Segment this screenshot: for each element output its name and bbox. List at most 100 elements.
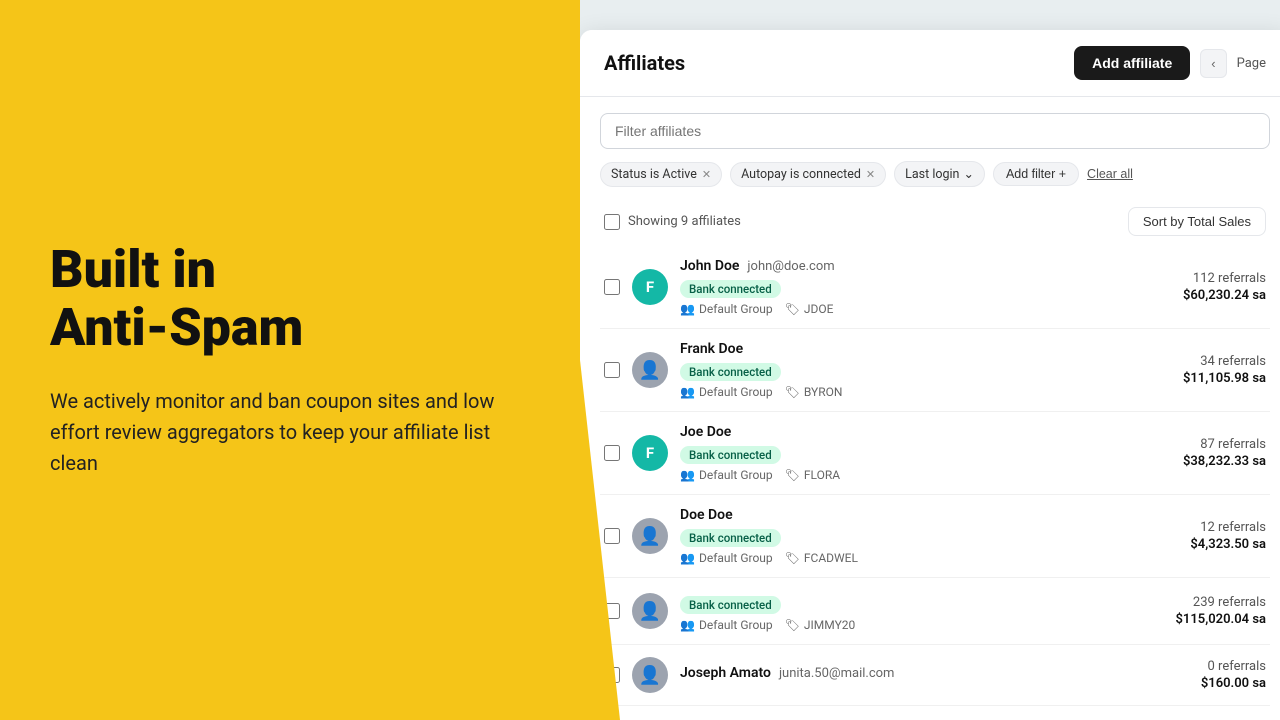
referrals-count: 12 referrals — [1200, 520, 1266, 535]
table-row: 👤 Doe Doe Bank connected 👥 Default Group — [600, 495, 1270, 578]
showing-count: Showing 9 affiliates — [604, 214, 741, 230]
table-row: 👤 Frank Doe Bank connected 👥 Default Gro… — [600, 329, 1270, 412]
avatar: 👤 — [632, 518, 668, 554]
referrals-count: 34 referrals — [1200, 354, 1266, 369]
bank-connected-badge: Bank connected — [680, 529, 781, 547]
meta-row: 👥 Default Group 🏷 FCADWEL — [680, 551, 1094, 565]
coupon-info: 🏷 JIMMY20 — [785, 618, 856, 632]
affiliate-name: Joseph Amato — [680, 665, 771, 681]
affiliate-name: Doe Doe — [680, 507, 733, 523]
group-info: 👥 Default Group — [680, 468, 773, 482]
affiliate-stats: 34 referrals $11,105.98 sa — [1106, 354, 1266, 386]
app-content: Status is Active ✕ Autopay is connected … — [580, 97, 1280, 720]
coupon-icon: 🏷 — [785, 618, 800, 632]
affiliate-info: Bank connected 👥 Default Group 🏷 JIMMY20 — [680, 590, 1094, 632]
search-input[interactable] — [600, 113, 1270, 149]
coupon-info: 🏷 FLORA — [785, 468, 840, 482]
coupon-info: 🏷 JDOE — [785, 302, 834, 316]
affiliate-name-row: Joseph Amato junita.50@mail.com — [680, 665, 1094, 681]
referrals-count: 0 referrals — [1208, 659, 1266, 674]
bank-connected-badge: Bank connected — [680, 446, 781, 464]
row-checkbox[interactable] — [604, 279, 620, 295]
page-label: Page — [1237, 56, 1266, 71]
chevron-down-icon: ⌄ — [963, 166, 973, 182]
affiliate-info: John Doe john@doe.com Bank connected 👥 D… — [680, 258, 1094, 316]
group-info: 👥 Default Group — [680, 302, 773, 316]
filters-row: Status is Active ✕ Autopay is connected … — [600, 161, 1270, 187]
bank-connected-badge: Bank connected — [680, 596, 781, 614]
group-info: 👥 Default Group — [680, 385, 773, 399]
group-icon: 👥 — [680, 618, 695, 632]
filter-last-login[interactable]: Last login ⌄ — [894, 161, 985, 187]
avatar: F — [632, 435, 668, 471]
meta-row: 👥 Default Group 🏷 JIMMY20 — [680, 618, 1094, 632]
app-header: Affiliates Add affiliate ‹ Page — [580, 30, 1280, 97]
coupon-info: 🏷 BYRON — [785, 385, 843, 399]
row-checkbox[interactable] — [604, 362, 620, 378]
filter-status-active[interactable]: Status is Active ✕ — [600, 162, 722, 187]
affiliate-name-row: Frank Doe — [680, 341, 1094, 357]
referrals-count: 112 referrals — [1193, 271, 1266, 286]
affiliate-name-row: John Doe john@doe.com — [680, 258, 1094, 274]
affiliate-name: Frank Doe — [680, 341, 743, 357]
group-icon: 👥 — [680, 385, 695, 399]
referrals-count: 87 referrals — [1200, 437, 1266, 452]
affiliate-info: Joe Doe Bank connected 👥 Default Group 🏷… — [680, 424, 1094, 482]
coupon-icon: 🏷 — [785, 551, 800, 565]
affiliate-list: F John Doe john@doe.com Bank connected 👥… — [600, 246, 1270, 706]
sales-amount: $160.00 sa — [1201, 676, 1266, 691]
table-row: F John Doe john@doe.com Bank connected 👥… — [600, 246, 1270, 329]
meta-row: 👥 Default Group 🏷 FLORA — [680, 468, 1094, 482]
affiliate-stats: 0 referrals $160.00 sa — [1106, 659, 1266, 691]
affiliate-info: Frank Doe Bank connected 👥 Default Group… — [680, 341, 1094, 399]
sort-by-total-sales-button[interactable]: Sort by Total Sales — [1128, 207, 1266, 236]
row-checkbox[interactable] — [604, 445, 620, 461]
avatar: 👤 — [632, 593, 668, 629]
add-affiliate-button[interactable]: Add affiliate — [1074, 46, 1190, 80]
bank-connected-badge: Bank connected — [680, 363, 781, 381]
table-row: F Joe Doe Bank connected 👥 Default Group — [600, 412, 1270, 495]
select-all-checkbox[interactable] — [604, 214, 620, 230]
affiliate-stats: 112 referrals $60,230.24 sa — [1106, 271, 1266, 303]
avatar: F — [632, 269, 668, 305]
avatar: 👤 — [632, 352, 668, 388]
sales-amount: $60,230.24 sa — [1183, 288, 1266, 303]
filter-autopay-connected[interactable]: Autopay is connected ✕ — [730, 162, 886, 187]
remove-autopay-filter-icon[interactable]: ✕ — [866, 168, 875, 181]
affiliate-email: john@doe.com — [747, 259, 834, 274]
group-info: 👥 Default Group — [680, 551, 773, 565]
coupon-icon: 🏷 — [785, 302, 800, 316]
referrals-count: 239 referrals — [1193, 595, 1266, 610]
sales-amount: $115,020.04 sa — [1176, 612, 1267, 627]
prev-page-button[interactable]: ‹ — [1200, 49, 1226, 78]
affiliate-stats: 239 referrals $115,020.04 sa — [1106, 595, 1266, 627]
table-header-row: Showing 9 affiliates Sort by Total Sales — [600, 201, 1270, 242]
group-icon: 👥 — [680, 551, 695, 565]
group-icon: 👥 — [680, 302, 695, 316]
affiliate-info: Doe Doe Bank connected 👥 Default Group 🏷… — [680, 507, 1094, 565]
page-title: Affiliates — [604, 51, 685, 75]
coupon-icon: 🏷 — [785, 385, 800, 399]
row-checkbox[interactable] — [604, 528, 620, 544]
remove-status-filter-icon[interactable]: ✕ — [702, 168, 711, 181]
bank-connected-badge: Bank connected — [680, 280, 781, 298]
add-filter-button[interactable]: Add filter + — [993, 162, 1079, 186]
meta-row: 👥 Default Group 🏷 BYRON — [680, 385, 1094, 399]
meta-row: 👥 Default Group 🏷 JDOE — [680, 302, 1094, 316]
affiliate-name-row: Doe Doe — [680, 507, 1094, 523]
clear-all-button[interactable]: Clear all — [1087, 167, 1133, 181]
coupon-info: 🏷 FCADWEL — [785, 551, 858, 565]
affiliate-email: junita.50@mail.com — [779, 666, 895, 681]
affiliate-name: John Doe — [680, 258, 739, 274]
table-row: 👤 Joseph Amato junita.50@mail.com 0 refe… — [600, 645, 1270, 706]
affiliate-stats: 87 referrals $38,232.33 sa — [1106, 437, 1266, 469]
header-actions: Add affiliate ‹ Page — [1074, 46, 1266, 80]
sales-amount: $38,232.33 sa — [1183, 454, 1266, 469]
left-panel: Built in Anti-Spam We actively monitor a… — [0, 0, 580, 720]
coupon-icon: 🏷 — [785, 468, 800, 482]
right-panel: Affiliates Add affiliate ‹ Page Status i… — [580, 0, 1280, 720]
affiliate-name-row: Joe Doe — [680, 424, 1094, 440]
hero-subtitle: We actively monitor and ban coupon sites… — [50, 386, 530, 479]
group-icon: 👥 — [680, 468, 695, 482]
hero-title: Built in Anti-Spam — [50, 241, 530, 355]
